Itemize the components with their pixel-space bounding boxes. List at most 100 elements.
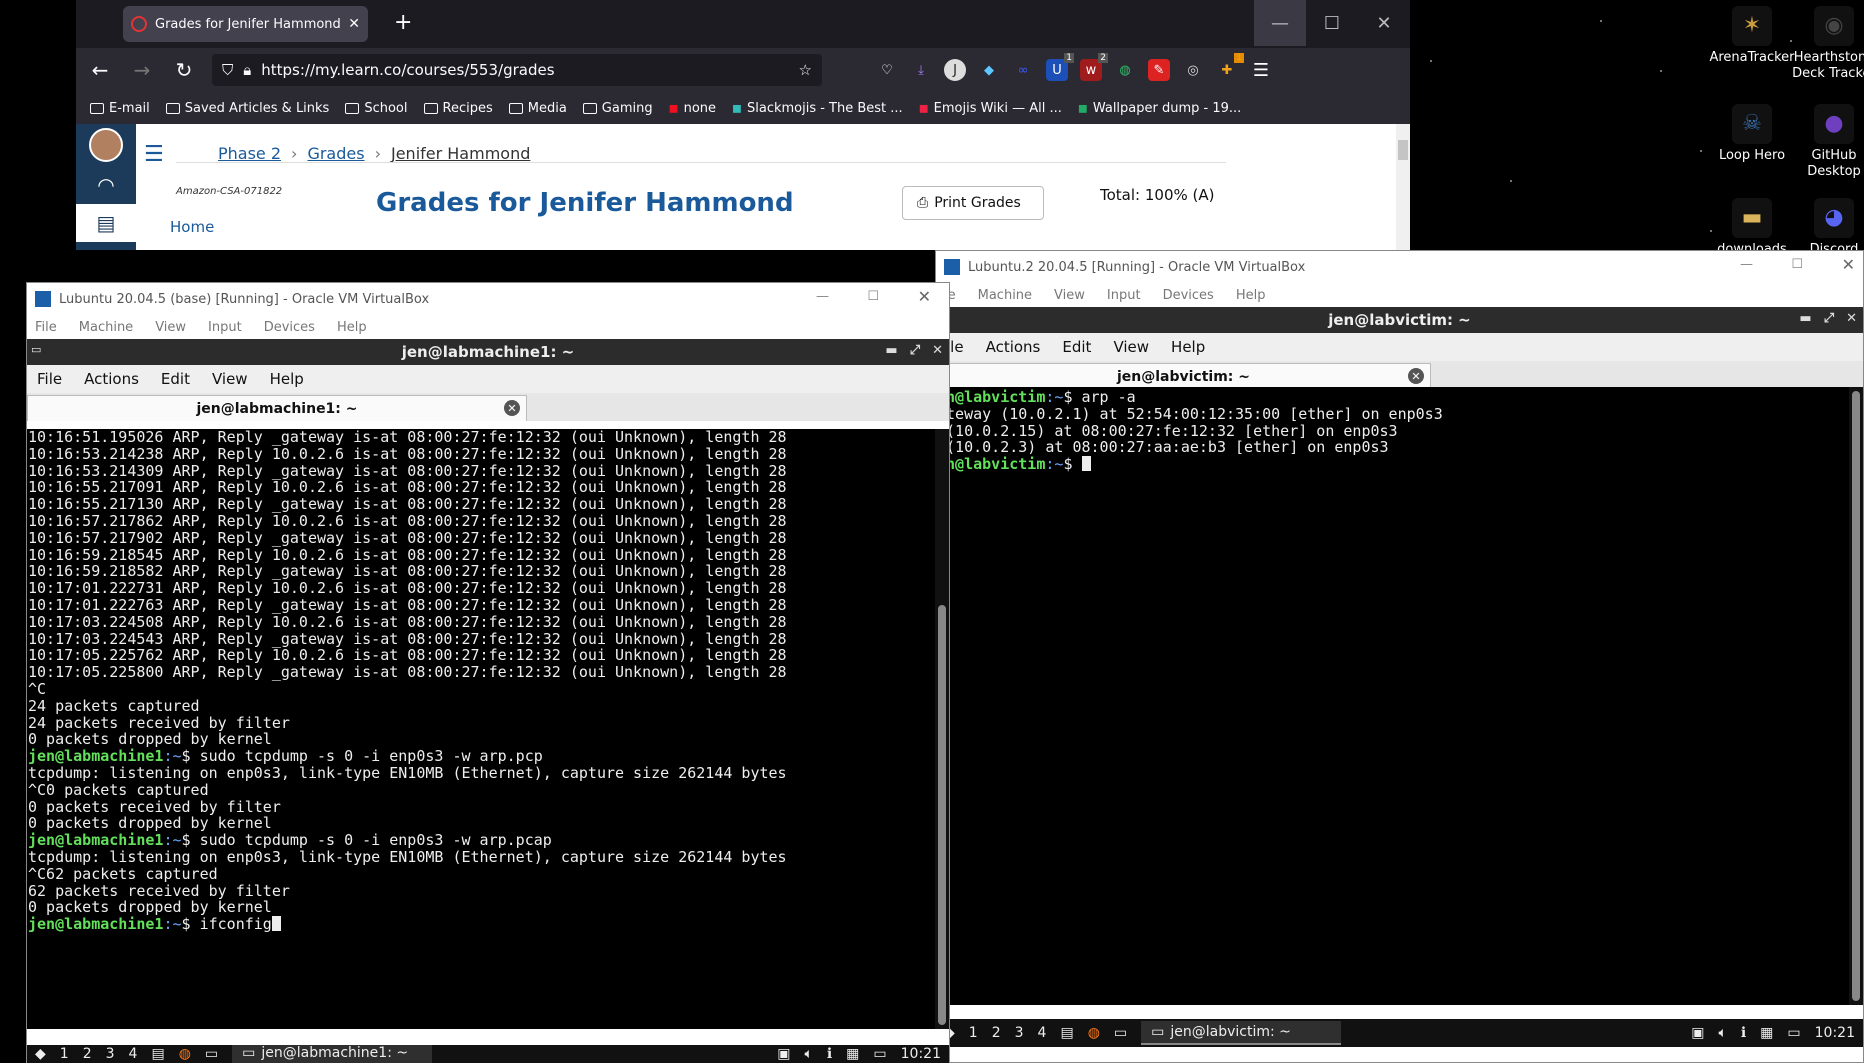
keyboard-layout-icon[interactable]: ▣ xyxy=(1691,1025,1704,1041)
bookmark-item[interactable]: ◼ Slackmojis - The Best ... xyxy=(732,101,903,116)
close-window-icon[interactable]: ✕ xyxy=(1358,0,1410,46)
start-menu-icon[interactable]: ◆ xyxy=(35,1046,46,1062)
workspace-switcher[interactable]: 4 xyxy=(129,1046,138,1062)
file-manager-icon[interactable]: ▤ xyxy=(151,1046,164,1062)
terminal-output-victim[interactable]: en@labvictim:~$ arp -a ateway (10.0.2.1) … xyxy=(936,387,1863,1005)
terminal-menu-actions[interactable]: Actions xyxy=(986,338,1041,356)
show-desktop-icon[interactable]: ▭ xyxy=(205,1046,218,1062)
print-grades-button[interactable]: ⎙ Print Grades xyxy=(902,186,1044,220)
page-scrollbar[interactable] xyxy=(1396,124,1410,250)
close-tab-icon[interactable]: ✕ xyxy=(1408,368,1424,384)
gem-extension-icon[interactable]: ◆ xyxy=(978,59,1000,81)
desktop-shortcut[interactable]: ◉ Hearthstone Deck Tracker xyxy=(1784,6,1864,82)
clipboard-icon[interactable]: ▦ xyxy=(1760,1025,1773,1041)
minimize-window-icon[interactable]: — xyxy=(1254,0,1306,46)
dashboard-gauge-icon[interactable]: ◠ xyxy=(76,166,136,204)
desktop-shortcut[interactable]: ◕Discord xyxy=(1784,198,1864,258)
vm-minimize-icon[interactable]: — xyxy=(1740,257,1753,272)
vm-close-icon[interactable]: ✕ xyxy=(918,287,931,306)
terminal-menu-edit[interactable]: Edit xyxy=(161,370,190,388)
lock-icon[interactable]: 🔒︎ xyxy=(243,61,251,79)
desktop-shortcut[interactable]: ● GitHub Desktop xyxy=(1784,104,1864,180)
pocket-icon[interactable]: ♡ xyxy=(876,59,898,81)
vm-menu-help[interactable]: Help xyxy=(1236,288,1266,303)
vm-maximize-icon[interactable]: ☐ xyxy=(1791,257,1803,272)
workspace-switcher[interactable]: 4 xyxy=(1038,1025,1047,1041)
terminal-menu-view[interactable]: View xyxy=(212,370,248,388)
taskbar-terminal-button[interactable]: ▭ jen@labvictim: ~ xyxy=(1141,1021,1342,1045)
ublock-icon[interactable]: U1 xyxy=(1046,53,1074,81)
puzzle-extension-icon[interactable]: ✚ 1 xyxy=(1216,53,1244,81)
terminal-menu-actions[interactable]: Actions xyxy=(84,370,139,388)
bookmark-item[interactable]: Recipes xyxy=(423,101,493,116)
show-desktop-icon[interactable]: ▭ xyxy=(1114,1025,1127,1041)
workspace-switcher[interactable]: 1 xyxy=(60,1046,69,1062)
breadcrumb-phase[interactable]: Phase 2 xyxy=(218,144,281,163)
maximize-window-icon[interactable]: ☐ xyxy=(1306,0,1358,46)
terminal-tab-labmachine[interactable]: jen@labmachine1: ~ ✕ xyxy=(27,395,527,421)
terminal-menu-view[interactable]: View xyxy=(1113,338,1149,356)
calendar-icon[interactable]: ▦ xyxy=(76,242,136,250)
link-extension-icon[interactable]: ∞ xyxy=(1012,59,1034,81)
terminal-menu-edit[interactable]: Edit xyxy=(1062,338,1091,356)
firefox-icon[interactable]: ◍ xyxy=(179,1046,191,1062)
menu-toggle-icon[interactable]: ☰ xyxy=(144,142,164,167)
workspace-switcher[interactable]: 1 xyxy=(969,1025,978,1041)
j-extension-icon[interactable]: J xyxy=(944,59,966,81)
vm-close-icon[interactable]: ✕ xyxy=(1842,255,1855,274)
terminal-output-labmachine[interactable]: 10:16:51.195026 ARP, Reply _gateway is-a… xyxy=(27,429,949,1029)
bookmark-item[interactable]: E-mail xyxy=(90,101,150,116)
reload-icon[interactable]: ↻ xyxy=(170,58,198,82)
sync-extension-icon[interactable]: ◍ xyxy=(1114,59,1136,81)
back-arrow-icon[interactable]: ← xyxy=(86,58,114,82)
bookmark-item[interactable]: ◼ none xyxy=(669,101,716,116)
vm-menu-devices[interactable]: Devices xyxy=(264,320,315,335)
spy-extension-icon[interactable]: ◎ xyxy=(1182,59,1204,81)
taskbar-terminal-button[interactable]: ▭ jen@labmachine1: ~ xyxy=(232,1045,433,1063)
vm-menu-view[interactable]: View xyxy=(155,320,186,335)
bookmark-item[interactable]: Gaming xyxy=(582,101,653,116)
volume-icon[interactable]: 🔈︎ xyxy=(804,1046,812,1062)
page-scrollbar-thumb[interactable] xyxy=(1398,140,1408,160)
hamburger-menu-icon[interactable]: ☰ xyxy=(1250,59,1272,81)
term-close-icon[interactable]: ✕ xyxy=(932,343,943,358)
workspace-switcher[interactable]: 3 xyxy=(106,1046,115,1062)
courses-book-icon[interactable]: ▤ xyxy=(76,204,136,242)
browser-tab[interactable]: Grades for Jenifer Hammond: P ✕ xyxy=(123,6,368,42)
bookmark-star-icon[interactable]: ☆ xyxy=(799,61,812,79)
vm-menu-machine[interactable]: Machine xyxy=(79,320,133,335)
wappalyzer-icon[interactable]: w2 xyxy=(1080,53,1108,81)
terminal-scrollbar-victim[interactable] xyxy=(1849,387,1863,1005)
term-maximize-icon[interactable]: ⤢ xyxy=(910,343,920,358)
term-maximize-icon[interactable]: ⤢ xyxy=(1824,311,1834,326)
vm-menu-input[interactable]: Input xyxy=(208,320,242,335)
vm-menu-devices[interactable]: Devices xyxy=(1163,288,1214,303)
new-tab-icon[interactable]: + xyxy=(394,10,412,35)
home-link[interactable]: Home xyxy=(170,218,214,236)
term-minimize-icon[interactable]: ▬ xyxy=(1799,311,1811,326)
breadcrumb-grades[interactable]: Grades xyxy=(307,144,364,163)
close-tab-icon[interactable]: ✕ xyxy=(504,400,520,416)
update-notifier-icon[interactable]: ℹ xyxy=(1741,1025,1746,1041)
terminal-scrollbar-thumb[interactable] xyxy=(938,605,946,1025)
forward-arrow-icon[interactable]: → xyxy=(128,58,156,82)
update-notifier-icon[interactable]: ℹ xyxy=(827,1046,832,1062)
vm-minimize-icon[interactable]: — xyxy=(816,289,829,304)
bookmark-item[interactable]: Media xyxy=(508,101,567,116)
vm-menu-help[interactable]: Help xyxy=(337,320,367,335)
vm-menu-input[interactable]: Input xyxy=(1107,288,1141,303)
bookmark-item[interactable]: ◼ Emojis Wiki — All ... xyxy=(919,101,1062,116)
term-minimize-icon[interactable]: ▬ xyxy=(885,343,897,358)
vm-maximize-icon[interactable]: ☐ xyxy=(867,289,879,304)
vm-menu-machine[interactable]: Machine xyxy=(978,288,1032,303)
bookmark-item[interactable]: Saved Articles & Links xyxy=(165,101,329,116)
breadcrumb-student[interactable]: Jenifer Hammond xyxy=(391,144,530,163)
workspace-switcher[interactable]: 2 xyxy=(992,1025,1001,1041)
term-close-icon[interactable]: ✕ xyxy=(1846,311,1857,326)
terminal-menu-help[interactable]: Help xyxy=(1171,338,1205,356)
downloads-icon[interactable]: ⤓ xyxy=(910,59,932,81)
avatar[interactable] xyxy=(89,128,123,162)
vm-menu-view[interactable]: View xyxy=(1054,288,1085,303)
terminal-scrollbar-thumb[interactable] xyxy=(1852,391,1860,1001)
shield-icon[interactable]: ⛉ xyxy=(222,61,233,79)
